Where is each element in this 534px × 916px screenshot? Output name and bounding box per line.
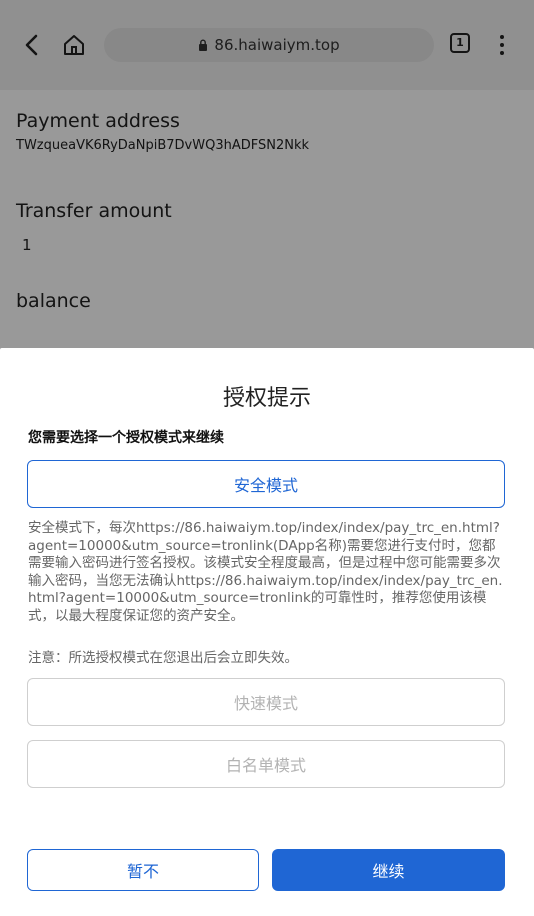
authorization-dialog: 授权提示 您需要选择一个授权模式来继续 安全模式 安全模式下，每次https:/… <box>0 348 534 916</box>
whitelist-mode-button[interactable]: 白名单模式 <box>27 740 505 788</box>
secure-mode-button[interactable]: 安全模式 <box>27 460 505 508</box>
continue-button[interactable]: 继续 <box>272 849 505 891</box>
expiry-note: 注意：所选授权模式在您退出后会立即失效。 <box>28 650 298 666</box>
dialog-subtitle: 您需要选择一个授权模式来继续 <box>28 430 224 446</box>
fast-mode-button[interactable]: 快速模式 <box>27 678 505 726</box>
dialog-title: 授权提示 <box>222 386 311 411</box>
secure-mode-description: 安全模式下，每次https://86.haiwaiym.top/index/in… <box>28 520 503 624</box>
cancel-button[interactable]: 暂不 <box>27 849 259 891</box>
